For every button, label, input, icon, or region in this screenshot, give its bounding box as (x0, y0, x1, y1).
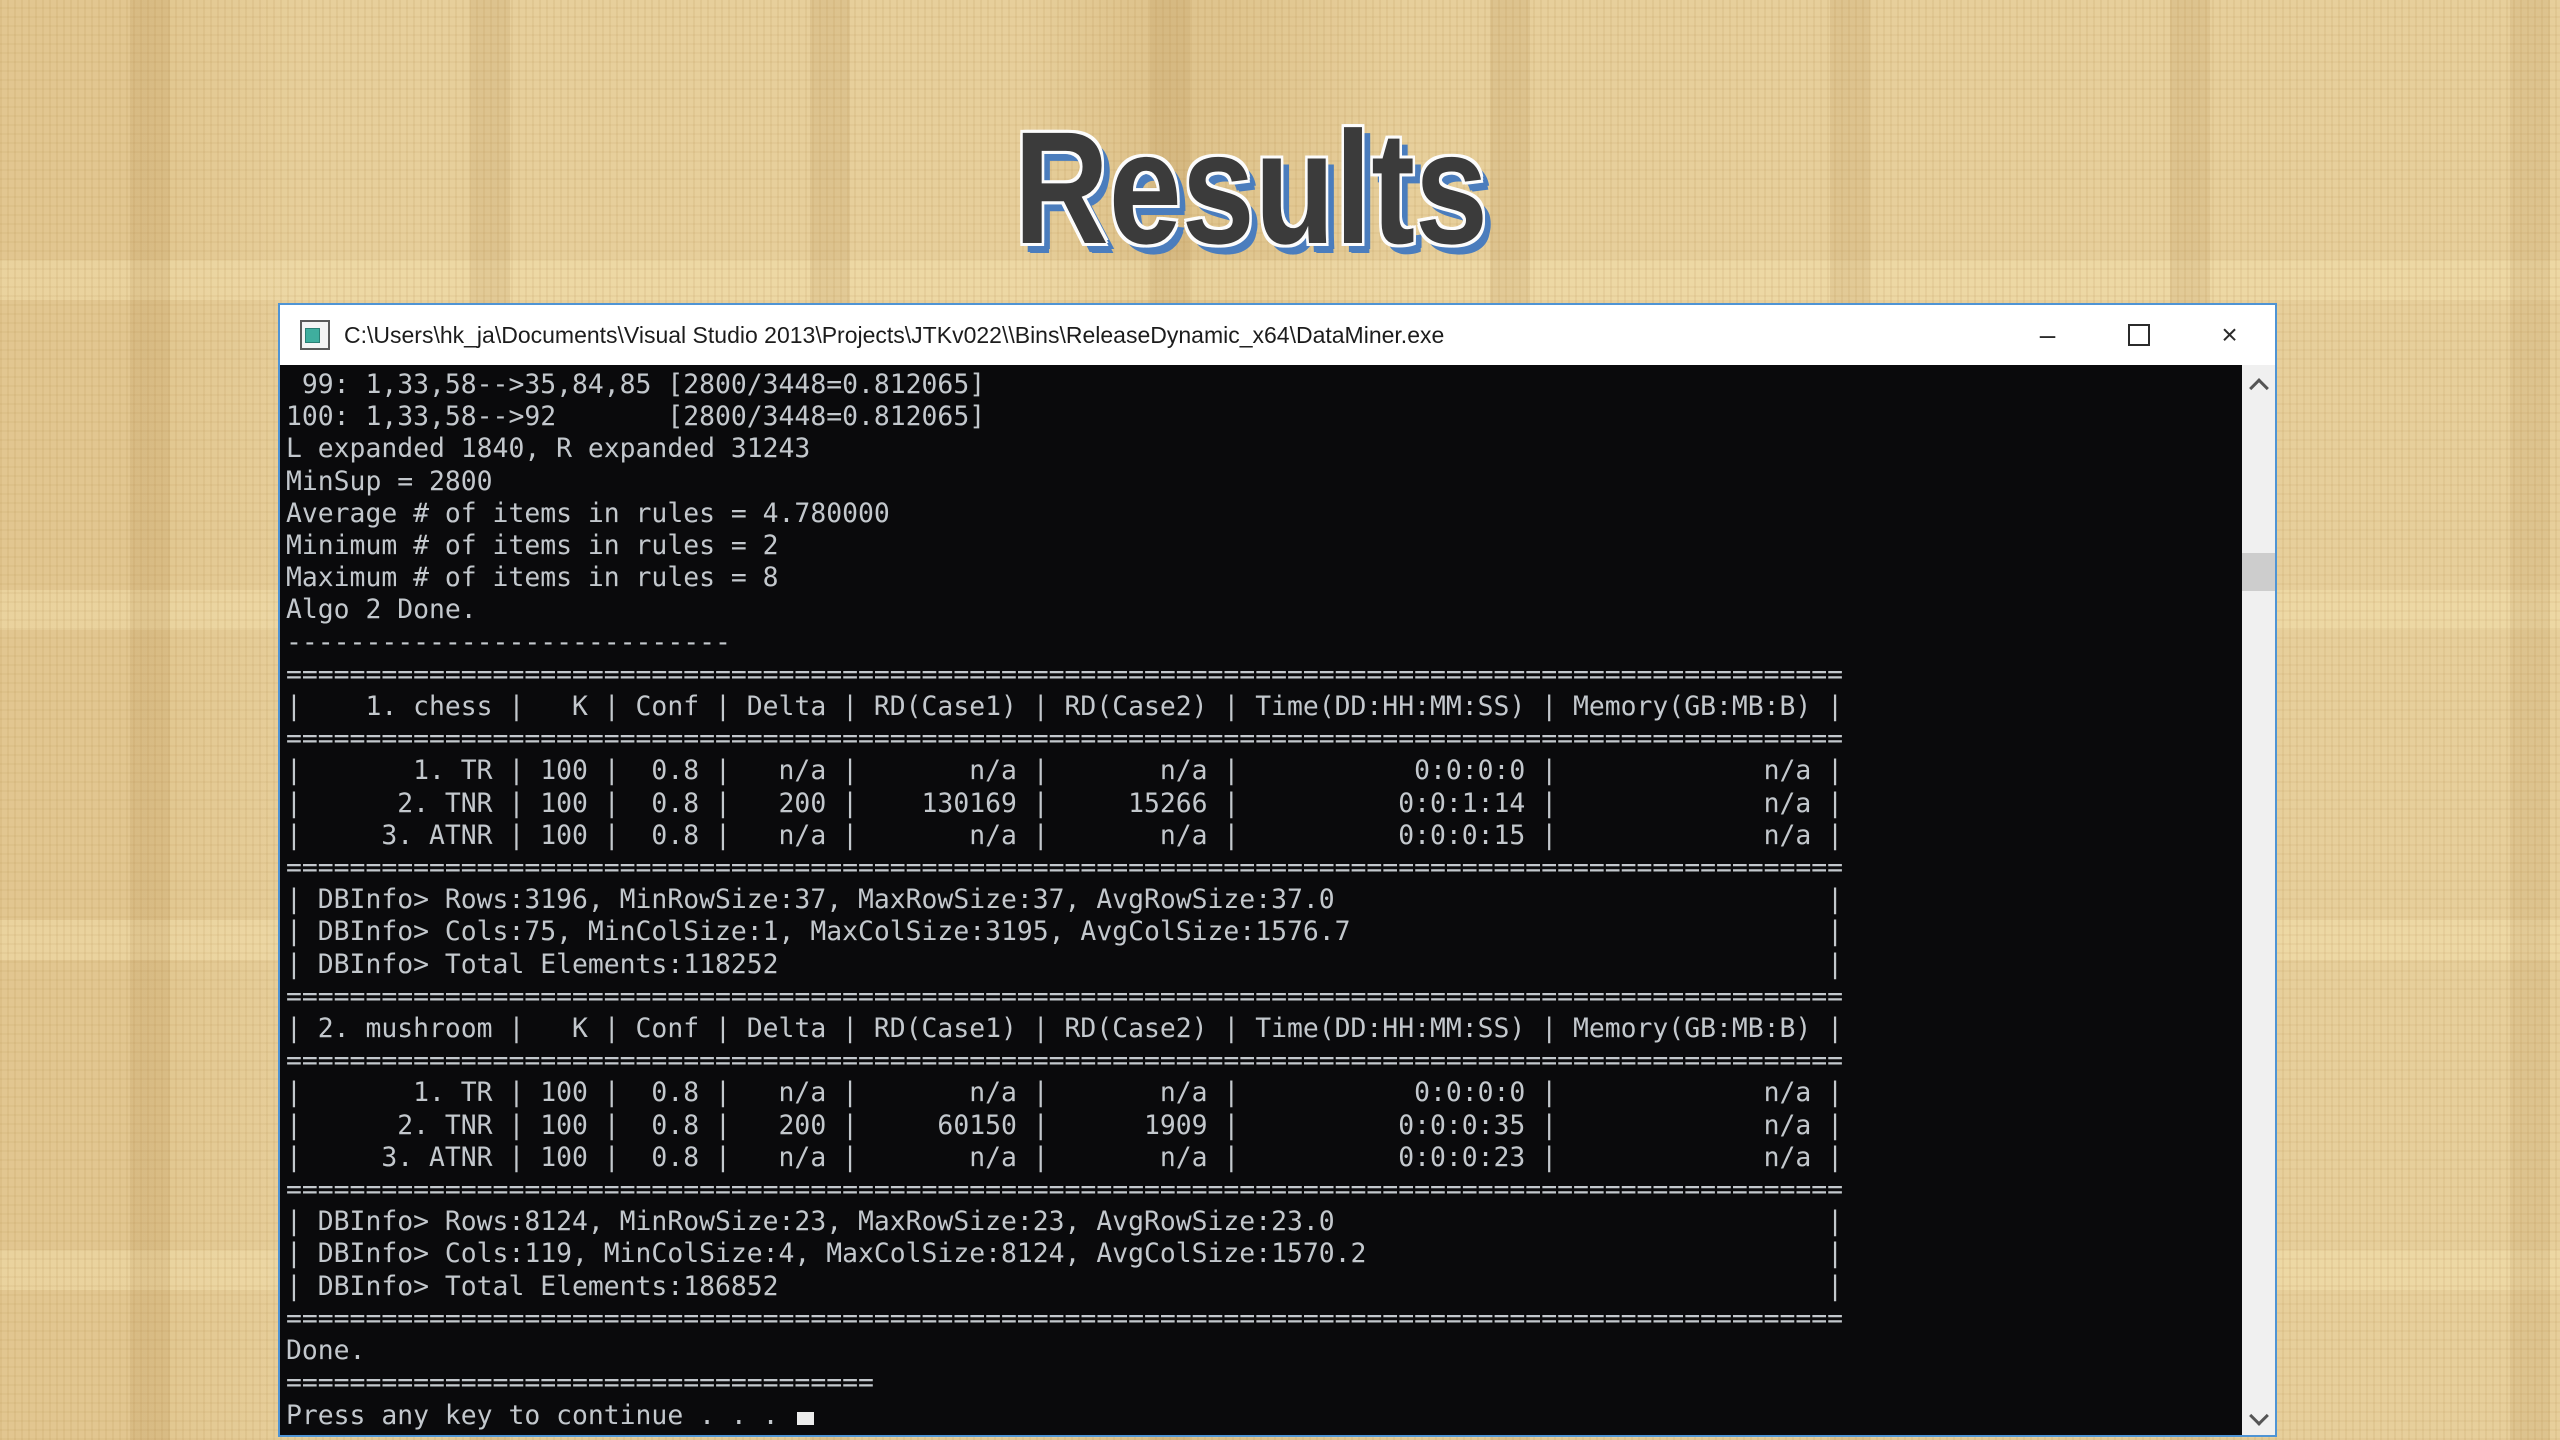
text-cursor (797, 1412, 814, 1425)
window-controls: – × (2002, 305, 2275, 365)
maximize-button[interactable] (2093, 305, 2184, 365)
console-app-icon-pane (305, 328, 320, 343)
page-title: Results (1014, 108, 1488, 268)
scrollbar-thumb[interactable] (2242, 553, 2275, 591)
close-icon: × (2221, 321, 2237, 349)
maximize-icon (2128, 324, 2150, 346)
scroll-up-icon[interactable] (2249, 378, 2269, 398)
minimize-icon: – (2040, 321, 2056, 349)
console-body[interactable]: 99: 1,33,58-->35,84,85 [2800/3448=0.8120… (280, 365, 2275, 1435)
console-window: C:\Users\hk_ja\Documents\Visual Studio 2… (278, 303, 2277, 1437)
scroll-down-icon[interactable] (2249, 1406, 2269, 1426)
vertical-scrollbar[interactable] (2242, 365, 2275, 1435)
console-output[interactable]: 99: 1,33,58-->35,84,85 [2800/3448=0.8120… (280, 365, 2242, 1435)
slide-background: Results C:\Users\hk_ja\Documents\Visual … (0, 0, 2560, 1440)
window-title-text: C:\Users\hk_ja\Documents\Visual Studio 2… (344, 322, 2002, 349)
minimize-button[interactable]: – (2002, 305, 2093, 365)
console-app-icon[interactable] (300, 320, 330, 350)
close-button[interactable]: × (2184, 305, 2275, 365)
window-titlebar[interactable]: C:\Users\hk_ja\Documents\Visual Studio 2… (280, 305, 2275, 365)
